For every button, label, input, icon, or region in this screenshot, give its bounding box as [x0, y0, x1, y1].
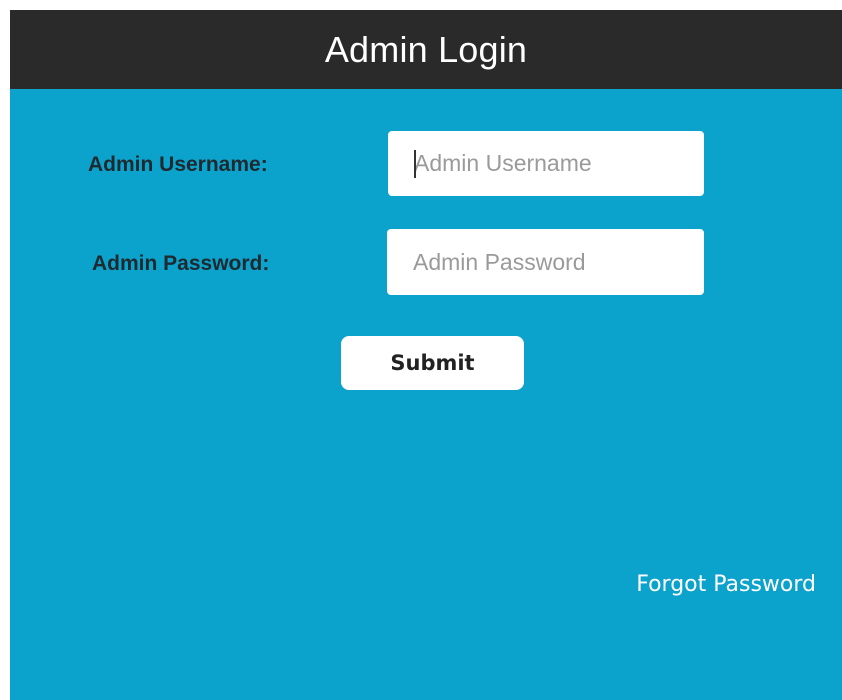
username-label: Admin Username: [88, 153, 268, 176]
header-bar: Admin Login [10, 10, 842, 89]
page-title: Admin Login [324, 28, 528, 70]
password-input[interactable] [387, 229, 704, 295]
forgot-password-link[interactable]: Forgot Password [636, 572, 816, 597]
login-panel: Admin Login Admin Username: Admin Passwo… [10, 10, 842, 700]
text-cursor [414, 150, 416, 178]
password-label: Admin Password: [92, 252, 270, 275]
submit-button[interactable]: Submit [341, 336, 524, 390]
username-input[interactable] [388, 131, 704, 196]
